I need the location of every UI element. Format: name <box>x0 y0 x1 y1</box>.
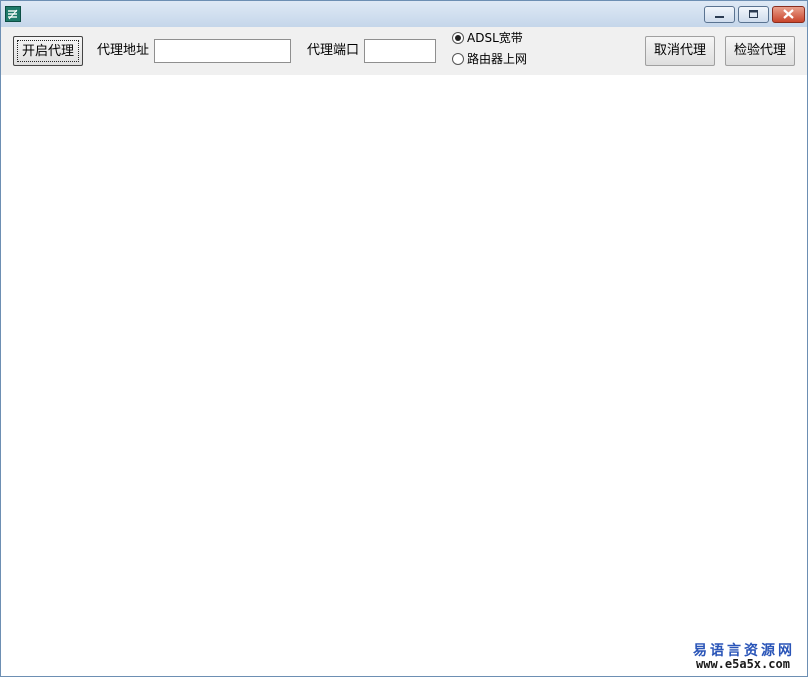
close-button[interactable] <box>772 6 805 23</box>
easy-language-app-icon[interactable] <box>5 6 21 22</box>
proxy-address-label: 代理地址 <box>97 43 150 58</box>
title-bar[interactable] <box>1 1 807 27</box>
radio-adsl-button[interactable] <box>452 32 464 44</box>
radio-selected-dot <box>455 35 461 41</box>
radio-router-button[interactable] <box>452 53 464 65</box>
minimize-icon <box>715 16 724 18</box>
start-proxy-button[interactable]: 开启代理 <box>13 36 83 66</box>
close-icon <box>783 9 794 19</box>
start-proxy-label: 开启代理 <box>17 40 79 62</box>
maximize-icon <box>749 10 758 18</box>
maximize-button[interactable] <box>738 6 769 23</box>
cancel-proxy-button[interactable]: 取消代理 <box>645 36 715 66</box>
proxy-port-label: 代理端口 <box>307 43 360 58</box>
watermark-site-url: www.e5a5x.com <box>696 657 790 671</box>
main-window: 开启代理 代理地址 代理端口 ADSL宽带 路由器上网 取消代理 检验代理 <box>0 0 808 677</box>
check-proxy-button[interactable]: 检验代理 <box>725 36 795 66</box>
minimize-button[interactable] <box>704 6 735 23</box>
proxy-address-input[interactable] <box>154 39 291 63</box>
proxy-port-input[interactable] <box>364 39 436 63</box>
content-area <box>1 75 807 676</box>
radio-adsl-label[interactable]: ADSL宽带 <box>467 31 523 45</box>
radio-router-label[interactable]: 路由器上网 <box>467 52 527 66</box>
toolbar: 开启代理 代理地址 代理端口 ADSL宽带 路由器上网 取消代理 检验代理 <box>1 27 807 75</box>
